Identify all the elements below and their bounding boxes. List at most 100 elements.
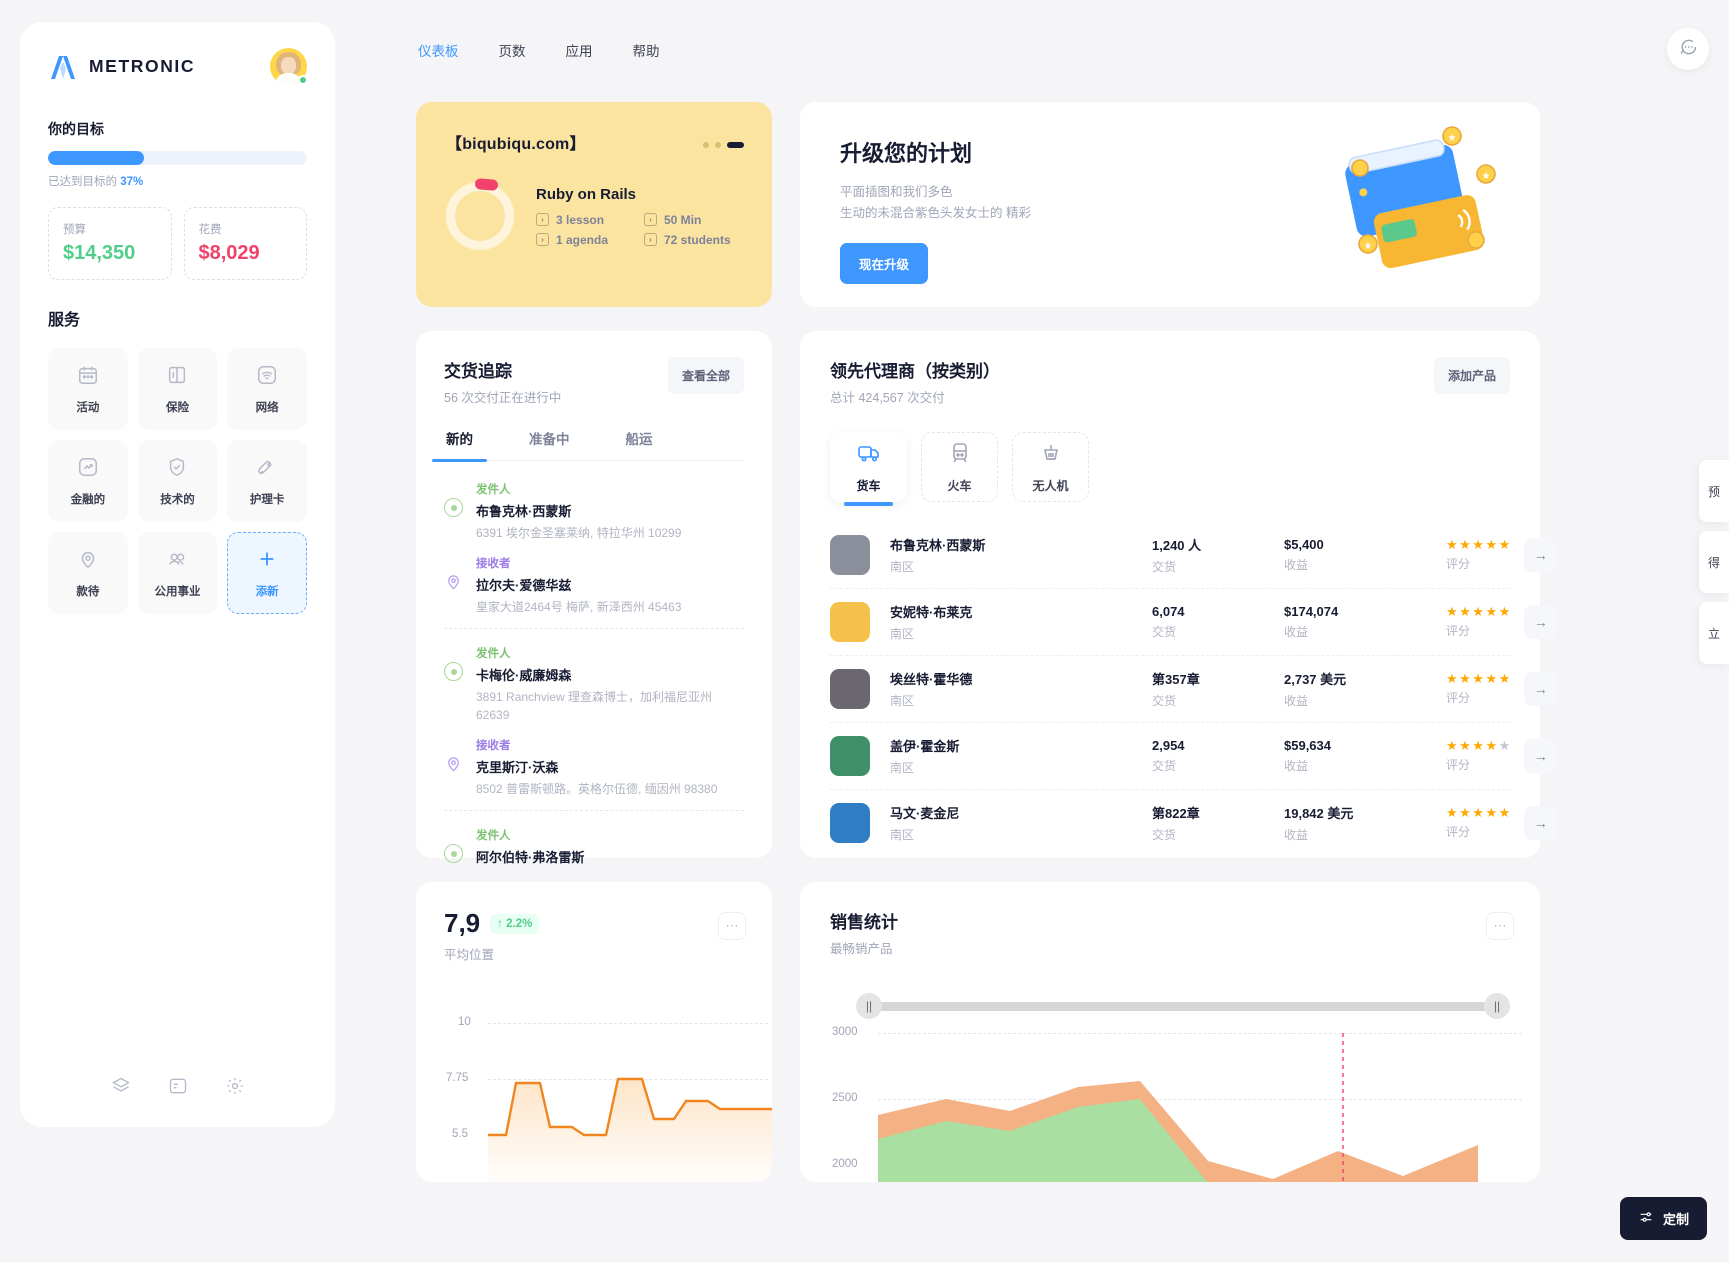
arrow-right-icon[interactable]: → <box>1523 806 1558 840</box>
service-tile-technical[interactable]: 技术的 <box>137 440 218 522</box>
metronic-logo-icon <box>48 54 78 80</box>
arrow-right-icon[interactable]: → <box>1523 605 1558 639</box>
mode-tab-train[interactable]: 火车 <box>921 432 998 502</box>
sender-dot-icon <box>444 498 463 517</box>
mode-tab-drone[interactable]: 无人机 <box>1012 432 1089 502</box>
carousel-dots[interactable] <box>703 142 744 148</box>
service-tile-insurance[interactable]: 保险 <box>137 348 218 430</box>
sales-subtitle: 最畅销产品 <box>830 942 893 956</box>
delivery-sender-row: 发件人 卡梅伦·威廉姆森 3891 Ranchview 理查森博士，加利福尼亚州… <box>444 645 744 724</box>
y-tick-label: 2500 <box>832 1092 858 1104</box>
edge-tab-3[interactable]: 立 <box>1699 602 1729 664</box>
service-tile-utilities[interactable]: 公用事业 <box>137 532 218 614</box>
sidebar: METRONIC 你的目标 已达到目标的 37% 预算 $14,350 花费 $… <box>20 22 335 1127</box>
right-edge-tabs: 预 得 立 <box>1699 460 1729 673</box>
arrow-right-icon[interactable]: → <box>1523 739 1558 773</box>
table-row[interactable]: 布鲁克林·西蒙斯 南区 1,240 人 交货 $5,400 收益 ★★★★★ 评… <box>830 522 1558 588</box>
mode-label: 无人机 <box>1032 478 1069 493</box>
service-tile-hospitality[interactable]: 款待 <box>48 532 128 614</box>
service-label: 网络 <box>255 401 279 414</box>
main-left-column: 【biqubiqu.com】 Ruby on Rails › 3 lesson … <box>416 102 772 1182</box>
position-card-menu-button[interactable]: ⋯ <box>718 912 746 940</box>
delivery-sender-row: 发件人 布鲁克林·西蒙斯 6391 埃尔金圣塞莱纳, 特拉华州 10299 <box>444 481 744 542</box>
view-all-button[interactable]: 查看全部 <box>667 357 744 394</box>
range-handle-left[interactable]: || <box>856 993 882 1019</box>
course-meta-label: 1 agenda <box>556 232 609 247</box>
tab-new[interactable]: 新的 <box>432 428 487 462</box>
goal-progress-fill <box>48 151 144 165</box>
goal-progress-label: 已达到目标的 37% <box>48 173 307 189</box>
edge-tab-2[interactable]: 得 <box>1699 531 1729 593</box>
calendar-icon <box>77 364 99 391</box>
budget-stats: 预算 $14,350 花费 $8,029 <box>48 207 307 280</box>
sales-statistics-chart <box>878 1033 1478 1182</box>
layers-icon[interactable] <box>111 1076 131 1101</box>
upgrade-now-button[interactable]: 现在升级 <box>840 243 929 285</box>
receiver-role-label: 接收者 <box>476 558 511 570</box>
avatar <box>830 602 870 642</box>
agent-delivery-value: 第822章 <box>1152 806 1200 821</box>
stat-spent-value: $8,029 <box>198 242 260 264</box>
delivery-sender-row: 发件人 阿尔伯特·弗洛雷斯 <box>444 827 744 866</box>
agent-revenue-label: 收益 <box>1284 759 1309 773</box>
sender-dot-icon <box>444 844 463 863</box>
service-tile-financial[interactable]: 金融的 <box>48 440 128 522</box>
sidebar-footer <box>20 1076 335 1101</box>
arrow-right-icon[interactable]: → <box>1523 672 1558 706</box>
avatar <box>830 669 870 709</box>
rating-stars: ★★★★★ <box>1446 604 1512 619</box>
nav-item-dashboard[interactable]: 仪表板 <box>416 36 461 64</box>
services-grid: 活动 保险 网络 金融的 技术的 护理卡 款待 公用事业 添新 <box>48 348 307 614</box>
brand[interactable]: METRONIC <box>48 54 195 80</box>
agent-region: 南区 <box>890 560 915 574</box>
goal-progress-bar <box>48 151 307 165</box>
agent-revenue-value: $174,074 <box>1284 604 1339 619</box>
stat-budget-value: $14,350 <box>63 242 136 264</box>
stat-spent-label: 花费 <box>198 224 222 236</box>
agent-revenue-value: $5,400 <box>1284 537 1324 552</box>
nav-item-help[interactable]: 帮助 <box>631 36 662 64</box>
carousel-dot-active[interactable] <box>727 142 744 148</box>
service-tile-events[interactable]: 活动 <box>48 348 128 430</box>
range-slider[interactable]: || || <box>856 993 1510 1019</box>
agent-delivery-label: 交货 <box>1152 560 1177 574</box>
course-meta-label: 3 lesson <box>556 212 605 227</box>
gear-icon[interactable] <box>225 1076 245 1101</box>
table-row[interactable]: 埃丝特·霍华德 南区 第357章 交货 2,737 美元 收益 ★★★★★ 评分… <box>830 655 1558 722</box>
chat-button[interactable] <box>1667 28 1709 70</box>
trend-up-icon <box>77 456 99 483</box>
carousel-dot[interactable] <box>703 142 709 148</box>
tab-shipping[interactable]: 船运 <box>624 428 655 460</box>
agent-delivery-value: 2,954 <box>1152 738 1185 753</box>
y-tick-label: 10 <box>458 1016 471 1028</box>
course-progress-ring <box>446 178 514 250</box>
table-row[interactable]: 马文·麦金尼 南区 第822章 交货 19,842 美元 收益 ★★★★★ 评分… <box>830 789 1558 856</box>
add-product-button[interactable]: 添加产品 <box>1433 357 1510 394</box>
rating-stars: ★★★★★ <box>1446 805 1512 820</box>
y-tick-label: 7.75 <box>446 1072 469 1084</box>
agent-region: 南区 <box>890 761 915 775</box>
customize-button[interactable]: 定制 <box>1619 1197 1707 1240</box>
nav-item-pages[interactable]: 页数 <box>497 36 528 64</box>
delivery-tabs: 新的 准备中 船运 <box>432 428 744 462</box>
range-handle-right[interactable]: || <box>1484 993 1510 1019</box>
notes-icon[interactable] <box>168 1076 188 1101</box>
service-tile-network[interactable]: 网络 <box>227 348 307 430</box>
rating-stars: ★★★★★ <box>1446 671 1512 686</box>
mode-label: 火车 <box>947 478 972 493</box>
service-tile-carecard[interactable]: 护理卡 <box>227 440 307 522</box>
agent-delivery-label: 交货 <box>1152 759 1177 773</box>
sales-card-menu-button[interactable]: ⋯ <box>1486 912 1514 940</box>
tab-preparing[interactable]: 准备中 <box>527 428 572 460</box>
agents-title: 领先代理商（按类别） <box>830 362 1000 381</box>
nav-item-apps[interactable]: 应用 <box>564 36 595 64</box>
table-row[interactable]: 盖伊·霍金斯 南区 2,954 交货 $59,634 收益 ★★★★★ 评分 → <box>830 722 1558 789</box>
mode-tab-truck[interactable]: 货车 <box>830 432 907 506</box>
edge-tab-1[interactable]: 预 <box>1699 460 1729 522</box>
wallet-illustration-icon: ★ ★ ★ <box>1324 120 1504 285</box>
avatar[interactable] <box>270 48 308 85</box>
carousel-dot[interactable] <box>715 142 721 148</box>
arrow-right-icon[interactable]: → <box>1523 538 1558 572</box>
table-row[interactable]: 安妮特·布莱克 南区 6,074 交货 $174,074 收益 ★★★★★ 评分… <box>830 588 1558 655</box>
service-tile-add-new[interactable]: 添新 <box>227 532 307 614</box>
